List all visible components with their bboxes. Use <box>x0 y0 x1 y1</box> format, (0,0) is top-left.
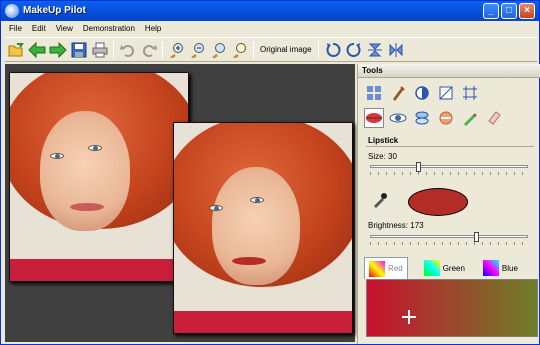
brightness-slider[interactable] <box>370 232 528 246</box>
size-slider[interactable] <box>370 162 528 176</box>
brightness-label: Brightness: 173 <box>368 221 424 230</box>
section-title: Lipstick <box>368 136 399 145</box>
back-icon[interactable] <box>27 40 47 60</box>
tool-row-1 <box>364 83 480 103</box>
open-icon[interactable] <box>6 40 26 60</box>
size-slider-thumb[interactable] <box>416 162 421 172</box>
pencil-tool-icon[interactable] <box>460 108 480 128</box>
tab-blue-label: Blue <box>501 263 518 273</box>
close-button[interactable]: × <box>519 3 535 19</box>
contrast-tool-icon[interactable] <box>412 83 432 103</box>
brush-tool-icon[interactable] <box>388 83 408 103</box>
menu-file[interactable]: File <box>5 23 26 36</box>
tab-red[interactable]: Red <box>364 257 408 279</box>
maximize-button[interactable]: □ <box>501 3 517 19</box>
tab-green-label: Green <box>442 263 465 273</box>
divider <box>366 146 534 147</box>
app-window: MakeUp Pilot _ □ × File Edit View Demons… <box>0 0 540 345</box>
print-icon[interactable] <box>90 40 110 60</box>
tab-blue[interactable]: Blue <box>479 257 522 279</box>
grid-tool-icon[interactable] <box>364 83 384 103</box>
rotate-left-icon[interactable] <box>323 40 343 60</box>
app-icon <box>5 4 19 18</box>
red-swatch-icon <box>369 260 385 277</box>
save-icon[interactable] <box>69 40 89 60</box>
tools-panel: Tools Lipstick Size: 30 Brightness: 173 … <box>357 64 540 344</box>
color-swatch[interactable] <box>408 188 468 216</box>
zoom-out-icon[interactable] <box>188 40 208 60</box>
separator <box>162 40 163 59</box>
menu-demonstration[interactable]: Demonstration <box>79 23 139 36</box>
zoom-actual-icon[interactable] <box>230 40 250 60</box>
resize-tool-icon[interactable] <box>460 83 480 103</box>
menu-edit[interactable]: Edit <box>28 23 50 36</box>
tab-red-label: Red <box>388 264 403 273</box>
menu-help[interactable]: Help <box>141 23 165 36</box>
blush-tool-icon[interactable] <box>436 108 456 128</box>
window-title: MakeUp Pilot <box>23 5 86 16</box>
image-canvas[interactable] <box>5 64 355 342</box>
color-tabs: Red Green Blue <box>364 257 540 279</box>
separator <box>113 40 114 59</box>
toolbar: Original image <box>5 37 537 62</box>
green-swatch-icon <box>423 260 440 276</box>
eye-tool-icon[interactable] <box>388 108 408 128</box>
redo-icon[interactable] <box>139 40 159 60</box>
original-image-button[interactable]: Original image <box>257 45 315 54</box>
lipstick-tool-icon[interactable] <box>364 108 384 128</box>
size-label: Size: 30 <box>368 152 397 161</box>
brightness-slider-thumb[interactable] <box>474 232 479 242</box>
color-gradient-picker[interactable] <box>366 279 538 337</box>
flip-horizontal-icon[interactable] <box>386 40 406 60</box>
title-bar: MakeUp Pilot _ □ × <box>1 1 539 21</box>
eyedropper-icon[interactable] <box>372 192 388 208</box>
rotate-right-icon[interactable] <box>344 40 364 60</box>
minimize-button[interactable]: _ <box>483 3 499 19</box>
undo-icon[interactable] <box>118 40 138 60</box>
menu-view[interactable]: View <box>52 23 77 36</box>
zoom-in-icon[interactable] <box>167 40 187 60</box>
skin-tool-icon[interactable] <box>412 108 432 128</box>
blue-swatch-icon <box>482 260 499 276</box>
crop-tool-icon[interactable] <box>436 83 456 103</box>
tool-row-2 <box>364 108 504 128</box>
tab-green[interactable]: Green <box>420 257 469 279</box>
original-photo <box>9 72 189 282</box>
menu-bar: File Edit View Demonstration Help <box>5 23 535 36</box>
edited-photo <box>173 122 353 334</box>
forward-icon[interactable] <box>48 40 68 60</box>
separator <box>253 40 254 59</box>
tools-header: Tools <box>358 64 540 78</box>
flip-vertical-icon[interactable] <box>365 40 385 60</box>
eraser-tool-icon[interactable] <box>484 108 504 128</box>
crosshair-icon <box>402 310 416 324</box>
separator <box>317 40 319 59</box>
zoom-fit-icon[interactable] <box>209 40 229 60</box>
